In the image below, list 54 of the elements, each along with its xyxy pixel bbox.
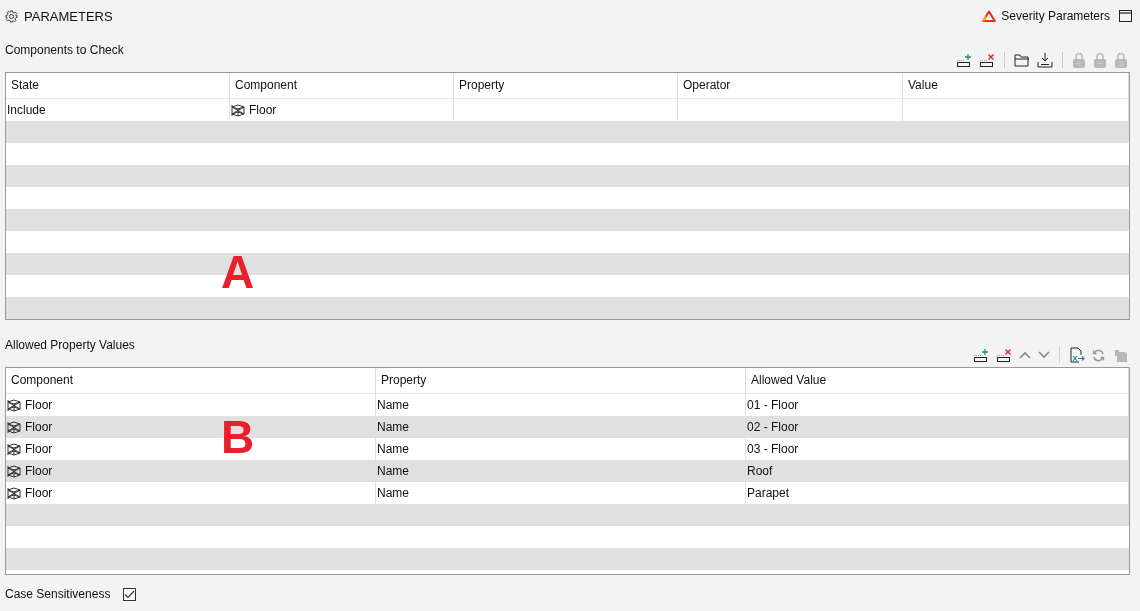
table-cell: Include [7, 103, 46, 117]
export-document-icon [1069, 347, 1085, 363]
lock-icon [1114, 52, 1128, 68]
table-cell: Parapet [747, 486, 790, 500]
checkbox-label: Case Sensitiveness [5, 587, 111, 601]
table-cell: Floor [25, 398, 53, 412]
add-row-icon [956, 52, 972, 68]
table-cell: Roof [747, 464, 773, 478]
annotation-letter: A [221, 249, 255, 295]
table-cell: 02 - Floor [747, 420, 799, 434]
add-row-icon [973, 347, 989, 363]
floor-component-icon [7, 442, 21, 456]
floor-component-icon [7, 486, 21, 500]
floor-component-icon [7, 420, 21, 434]
chevron-down-icon [1038, 351, 1050, 359]
table-cell: Floor [249, 103, 277, 117]
floor-component-icon [7, 398, 21, 412]
toolbar-button[interactable] [1035, 51, 1055, 69]
section-title: Components to Check [5, 43, 124, 57]
section-title: Allowed Property Values [5, 338, 135, 352]
table-cell: Name [377, 486, 409, 500]
toolbar-button[interactable] [971, 346, 991, 364]
warning-triangle-icon [982, 10, 997, 22]
table-cell: Floor [25, 464, 53, 478]
checkbox[interactable] [123, 587, 137, 601]
table-cell: Floor [25, 442, 53, 456]
toolbar-button[interactable] [954, 51, 974, 69]
toolbar-button[interactable] [994, 346, 1014, 364]
table-cell: Name [377, 464, 409, 478]
table-cell: Name [377, 442, 409, 456]
toolbar-button[interactable] [977, 51, 997, 69]
table-cell: Name [377, 420, 409, 434]
annotation-letter: B [221, 414, 255, 460]
lock-icon [1093, 52, 1107, 68]
panel-title: PARAMETERS [24, 8, 113, 24]
lock-icon [1072, 52, 1086, 68]
window-icon[interactable] [1119, 10, 1132, 22]
floor-component-icon [231, 103, 245, 117]
table-cell: 01 - Floor [747, 398, 799, 412]
folder-icon [1014, 53, 1030, 67]
table-cell: 03 - Floor [747, 442, 799, 456]
settings-icon [5, 9, 18, 23]
delete-row-icon [996, 347, 1012, 363]
chevron-up-icon [1019, 351, 1031, 359]
stamp-icon [1112, 347, 1128, 363]
table-cell: Floor [25, 420, 53, 434]
delete-row-icon [979, 52, 995, 68]
table-cell: Floor [25, 486, 53, 500]
table-cell: Name [377, 398, 409, 412]
floor-component-icon [7, 464, 21, 478]
severity-parameters-button[interactable]: Severity Parameters [982, 9, 1110, 23]
refresh-icon [1092, 348, 1105, 362]
toolbar-button[interactable] [1012, 52, 1032, 68]
download-icon [1037, 52, 1053, 68]
